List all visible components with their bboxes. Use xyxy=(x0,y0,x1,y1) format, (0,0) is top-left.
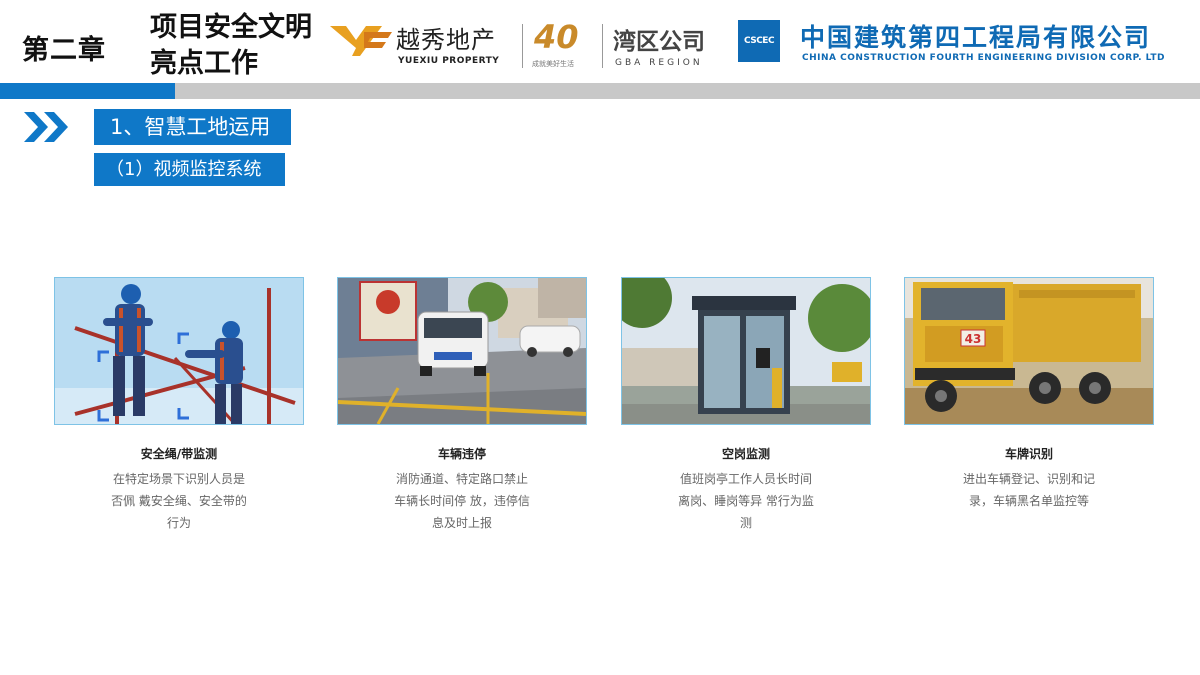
card-parking: 车辆违停 消防通道、特定路口禁止车辆长时间停 放，违停信息及时上报 xyxy=(337,277,587,534)
card-description: 在特定场景下识别人员是否佩 戴安全绳、安全带的行为 xyxy=(111,472,247,530)
yuexiu-name-cn: 越秀地产 xyxy=(396,26,496,54)
anniversary-logo: 40 成就美好生活 xyxy=(532,18,594,68)
card-title: 车辆违停 xyxy=(437,447,486,461)
booth-photo xyxy=(621,277,871,425)
anniversary-number: 40 xyxy=(534,18,579,56)
anniversary-slogan: 成就美好生活 xyxy=(532,60,574,68)
logo-divider xyxy=(522,24,523,68)
card-title: 安全绳/带监测 xyxy=(140,447,218,461)
harness-photo xyxy=(54,277,304,425)
card-harness: 安全绳/带监测 在特定场景下识别人员是否佩 戴安全绳、安全带的行为 xyxy=(54,277,304,534)
card-title: 车牌识别 xyxy=(1004,447,1053,461)
gba-name-cn: 湾区公司 xyxy=(613,29,705,55)
card-booth: 空岗监测 值班岗亭工作人员长时间离岗、睡岗等异 常行为监测 xyxy=(621,277,871,534)
chapter-label: 第二章 xyxy=(22,35,106,66)
cscec-name-en: CHINA CONSTRUCTION FOURTH ENGINEERING DI… xyxy=(802,53,1166,63)
section-title: 1、智慧工地运用 xyxy=(94,109,291,145)
yuexiu-mark-icon xyxy=(330,26,392,56)
double-chevron-icon xyxy=(24,112,68,142)
cscec-name-cn: 中国建筑第四工程局有限公司 xyxy=(800,23,1152,52)
plate-photo: 43 xyxy=(904,277,1154,425)
header-band-accent xyxy=(0,83,175,99)
logo-divider xyxy=(602,24,603,68)
gba-logo: 湾区公司 GBA REGION xyxy=(613,20,723,70)
gba-name-en: GBA REGION xyxy=(615,58,703,68)
card-title: 空岗监测 xyxy=(721,447,770,461)
yuexiu-name-en: YUEXIU PROPERTY xyxy=(398,56,500,66)
yuexiu-logo: 越秀地产 YUEXIU PROPERTY xyxy=(330,18,520,68)
truck-plate-number: 43 xyxy=(965,332,982,346)
card-description: 进出车辆登记、识别和记录，车辆黑名单监控等 xyxy=(962,472,1095,508)
chapter-title: 项目安全文明亮点工作 xyxy=(150,12,312,79)
cscec-logo-icon: CSCEC xyxy=(738,20,780,62)
card-plate: 43 车牌识别 进出车辆登记、识别和记录，车辆黑名单监控等 xyxy=(904,277,1154,512)
section-subtitle: （1）视频监控系统 xyxy=(94,153,285,186)
parking-photo xyxy=(337,277,587,425)
header-band xyxy=(0,83,1200,99)
card-description: 值班岗亭工作人员长时间离岗、睡岗等异 常行为监测 xyxy=(678,472,814,530)
logo-bar: 越秀地产 YUEXIU PROPERTY 40 成就美好生活 湾区公司 GBA … xyxy=(330,10,1195,72)
card-description: 消防通道、特定路口禁止车辆长时间停 放，违停信息及时上报 xyxy=(394,472,530,530)
